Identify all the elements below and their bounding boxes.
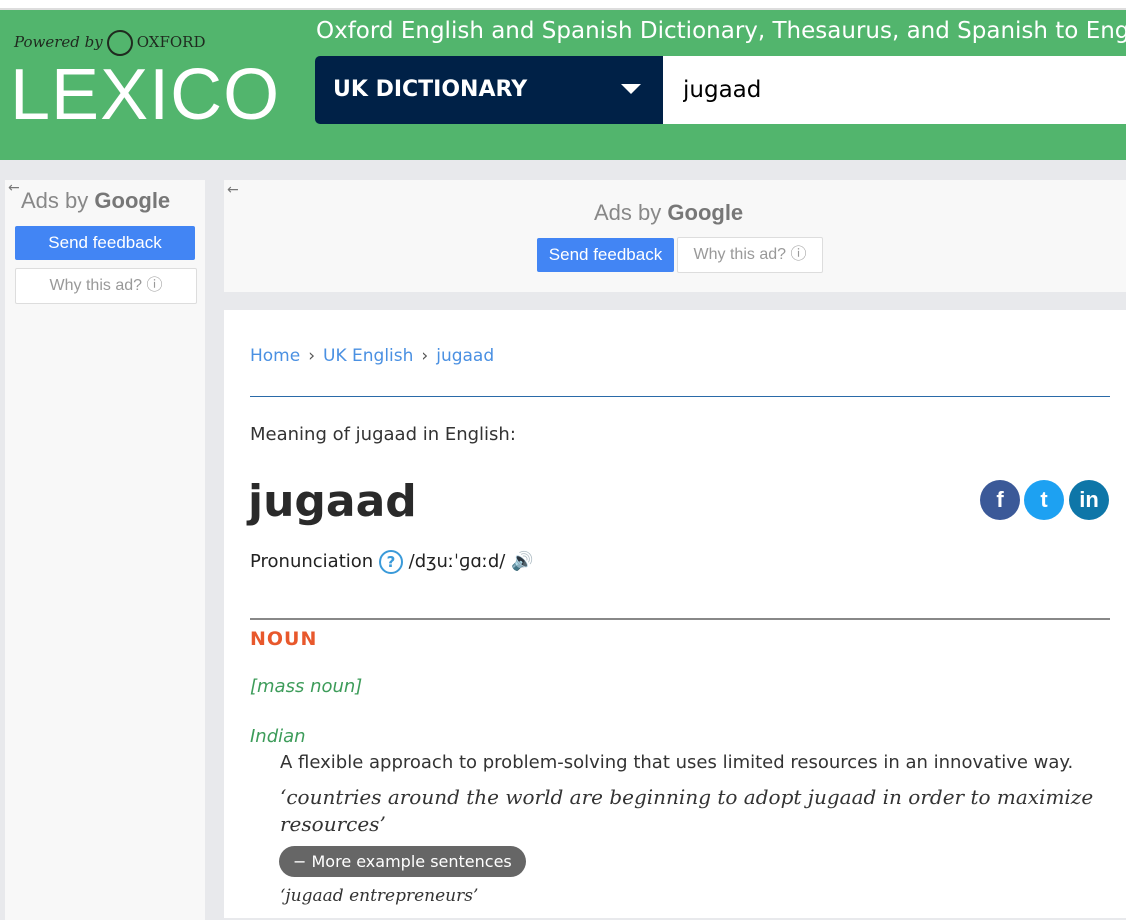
region-label: Indian: [250, 726, 306, 747]
divider: [250, 618, 1110, 620]
part-of-speech: NOUN: [250, 628, 318, 650]
example-sentence: ‘countries around the world are beginnin…: [280, 785, 1094, 836]
breadcrumb-jugaad[interactable]: jugaad: [436, 346, 494, 366]
browser-top-strip: [0, 0, 1126, 10]
side-ad: ← Ads by Google Send feedback Why this a…: [5, 180, 205, 920]
chevron-down-icon: [621, 84, 641, 94]
headword: jugaad: [248, 476, 417, 527]
dictionary-select[interactable]: UK DICTIONARY: [315, 56, 663, 124]
grammar-note: [mass noun]: [250, 676, 363, 697]
back-arrow-icon[interactable]: ←: [227, 182, 239, 198]
back-arrow-icon[interactable]: ←: [8, 180, 20, 196]
more-examples-button[interactable]: − More example sentences: [279, 846, 526, 877]
site-header: Powered by OXFORD LEXICO Oxford English a…: [0, 10, 1126, 160]
help-icon[interactable]: ?: [378, 550, 403, 574]
ads-by-google: Ads by Google: [594, 200, 744, 225]
example-sentence: ‘jugaad entrepreneurs’: [280, 886, 479, 906]
linkedin-share-icon[interactable]: in: [1069, 480, 1109, 520]
ipa: /dʒuːˈɡɑːd/: [408, 551, 506, 572]
pronunciation: Pronunciation ? /dʒuːˈɡɑːd/ 🔊: [250, 550, 534, 574]
entry-content: Home › UK English › jugaad Meaning of jugaad…: [224, 310, 1126, 918]
breadcrumb-uk-english[interactable]: UK English: [323, 346, 413, 366]
tagline: Oxford English and Spanish Dictionary, T…: [316, 18, 1126, 44]
top-ad: ← Ads by Google Send feedback Why this a…: [224, 180, 1126, 292]
send-feedback-button[interactable]: Send feedback: [537, 238, 674, 272]
why-this-ad-button[interactable]: Why this ad? ⓘ: [15, 268, 197, 304]
meaning-of-label: Meaning of jugaad in English:: [250, 424, 516, 445]
twitter-share-icon[interactable]: t: [1024, 480, 1064, 520]
ads-by-google: Ads by Google: [21, 188, 171, 213]
powered-by-oxford: Powered by OXFORD: [14, 30, 205, 56]
facebook-share-icon[interactable]: f: [980, 480, 1020, 520]
why-this-ad-button[interactable]: Why this ad? ⓘ: [677, 237, 823, 273]
definition: A flexible approach to problem-solving t…: [280, 752, 1074, 773]
breadcrumb-home[interactable]: Home: [250, 346, 300, 366]
oxford-seal-icon: [106, 30, 133, 56]
search-input[interactable]: [663, 56, 1126, 124]
divider: [250, 396, 1110, 397]
send-feedback-button[interactable]: Send feedback: [15, 226, 195, 260]
breadcrumb: Home › UK English › jugaad: [250, 346, 495, 366]
lexico-logo[interactable]: LEXICO: [10, 54, 280, 136]
speaker-icon[interactable]: 🔊: [511, 551, 533, 572]
